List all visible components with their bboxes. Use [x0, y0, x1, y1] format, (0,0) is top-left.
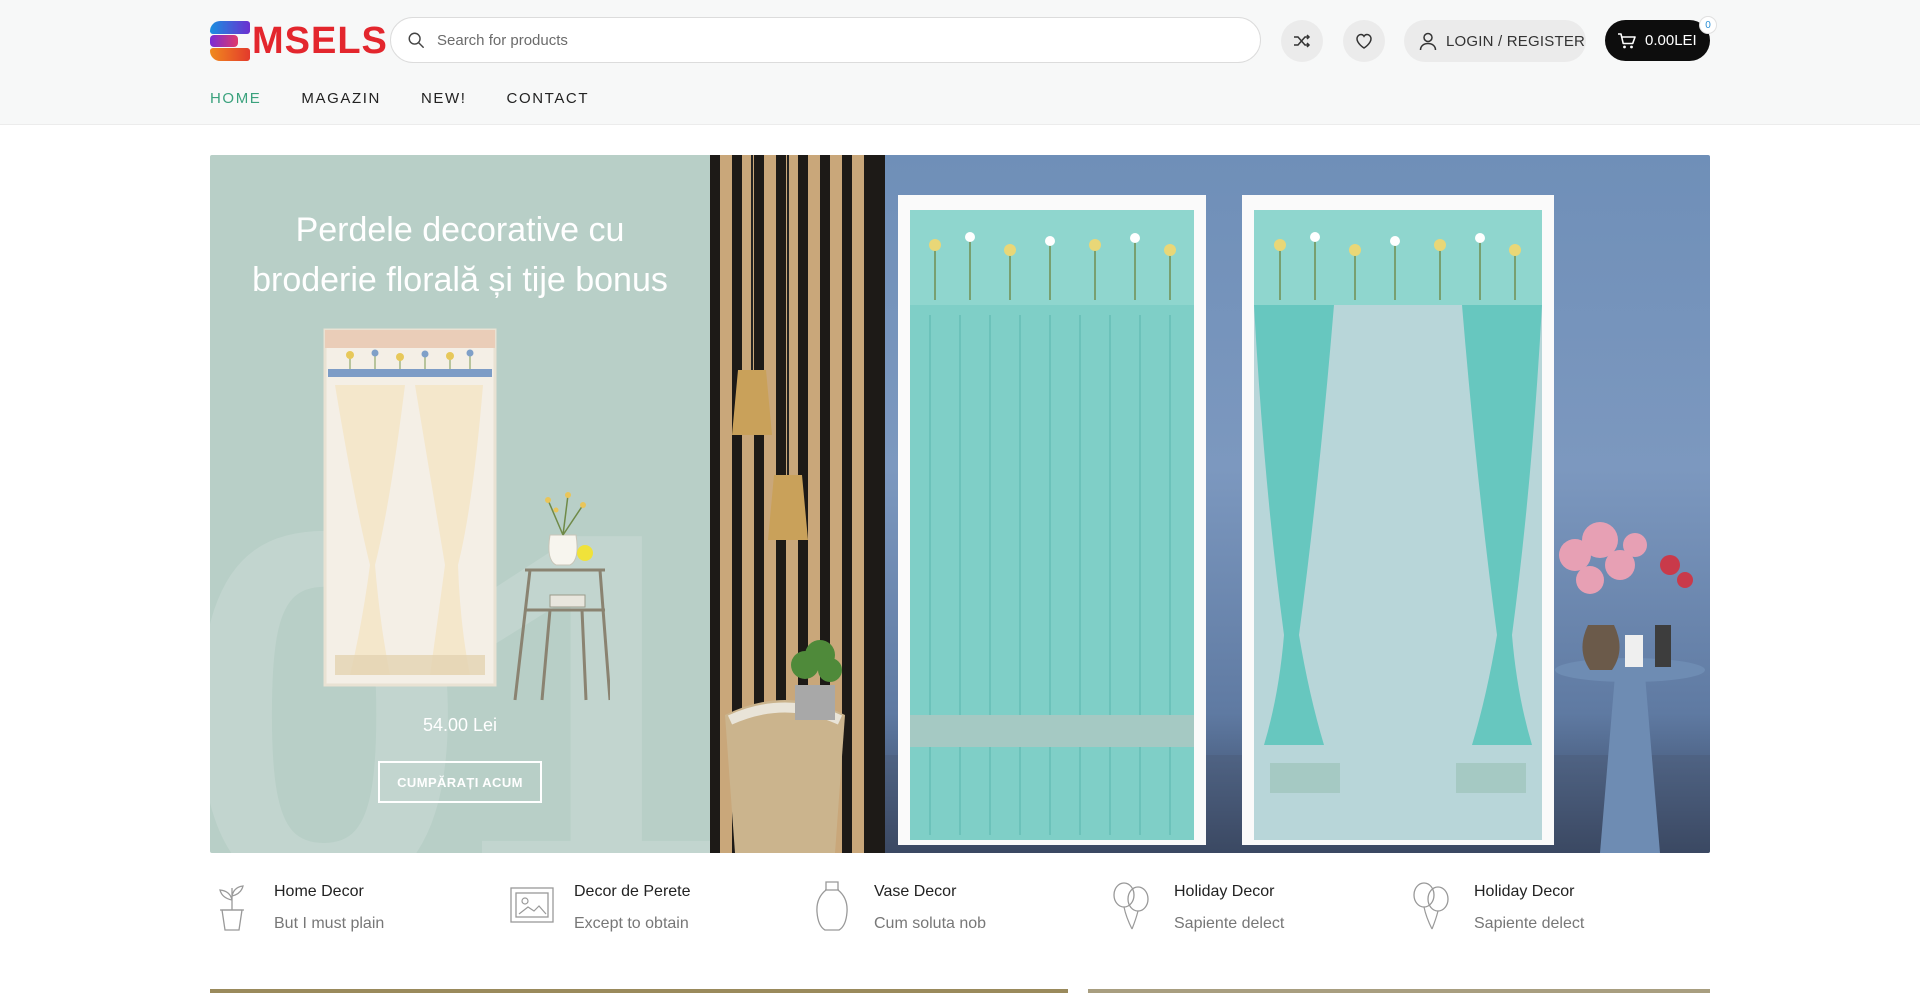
balloons-icon [1413, 882, 1449, 930]
feature-subtitle: Except to obtain [574, 915, 689, 932]
feature-subtitle: Sapiente delect [1474, 915, 1585, 932]
hero-slider: 01. Perdele decorative cu broderie flora… [210, 155, 1710, 853]
nav-item-home[interactable]: HOME [210, 88, 261, 110]
brand-logo[interactable]: MSELS [210, 20, 388, 62]
site-header: MSELS LOGIN / REGISTER 0.0 [0, 0, 1920, 125]
cart-total: 0.00LEI [1645, 32, 1697, 49]
login-register-button[interactable]: LOGIN / REGISTER [1404, 20, 1586, 62]
feature-item[interactable]: Vase Decor Cum soluta nob [810, 880, 1110, 940]
promo-banner-left-edge [210, 989, 1068, 993]
shuffle-icon [1294, 34, 1311, 48]
compare-button[interactable] [1281, 20, 1323, 62]
vase-icon [816, 881, 848, 931]
search-input[interactable] [437, 31, 1217, 49]
cart-icon [1618, 32, 1636, 48]
hero-title-line2: broderie florală și tije bonus [252, 261, 668, 299]
hero-title-line1: Perdele decorative cu [295, 211, 625, 249]
feature-title: Home Decor [274, 883, 364, 900]
nav-item-magazin[interactable]: MAGAZIN [301, 88, 381, 110]
plant-pot-icon [219, 885, 244, 931]
cart-count-badge: 0 [1699, 16, 1717, 34]
nav-item-contact[interactable]: CONTACT [507, 88, 590, 110]
feature-item[interactable]: Holiday Decor Sapiente delect [1110, 880, 1410, 940]
nav-item-new[interactable]: NEW! [421, 88, 467, 110]
hero-text-panel: 01. Perdele decorative cu broderie flora… [210, 155, 710, 853]
login-label: LOGIN / REGISTER [1446, 32, 1586, 50]
feature-title: Decor de Perete [574, 883, 691, 900]
feature-title: Holiday Decor [1174, 883, 1275, 900]
hero-price: 54.00 Lei [422, 715, 498, 735]
user-icon [1419, 32, 1437, 51]
product-image[interactable] [320, 325, 610, 705]
curtains-scene-image [710, 155, 1710, 853]
wall-frame-icon [510, 887, 554, 923]
search-bar [390, 17, 1261, 63]
feature-title: Holiday Decor [1474, 883, 1575, 900]
cart-button[interactable]: 0.00LEI [1605, 20, 1710, 61]
hero-banner-image [710, 155, 1710, 853]
feature-title: Vase Decor [874, 883, 957, 900]
feature-item[interactable]: Holiday Decor Sapiente delect [1410, 880, 1710, 940]
search-icon[interactable] [407, 31, 425, 49]
balloons-icon [1113, 882, 1149, 930]
hero-title: Perdele decorative cu broderie florală ș… [210, 205, 710, 305]
category-features: Home Decor But I must plain Decor de Per… [210, 880, 1710, 940]
shop-now-button[interactable]: CUMPĂRAȚI ACUM [378, 761, 542, 803]
heart-icon [1356, 33, 1372, 49]
logo-mark-icon [210, 21, 250, 61]
promo-banner-right-edge [1088, 989, 1710, 993]
brand-name: MSELS [252, 20, 388, 62]
feature-subtitle: Sapiente delect [1174, 915, 1285, 932]
feature-subtitle: Cum soluta nob [874, 915, 987, 932]
feature-subtitle: But I must plain [274, 915, 385, 932]
feature-item[interactable]: Decor de Perete Except to obtain [510, 880, 810, 940]
feature-item[interactable]: Home Decor But I must plain [210, 880, 510, 940]
main-nav: HOME MAGAZIN NEW! CONTACT [210, 88, 629, 110]
wishlist-button[interactable] [1343, 20, 1385, 62]
